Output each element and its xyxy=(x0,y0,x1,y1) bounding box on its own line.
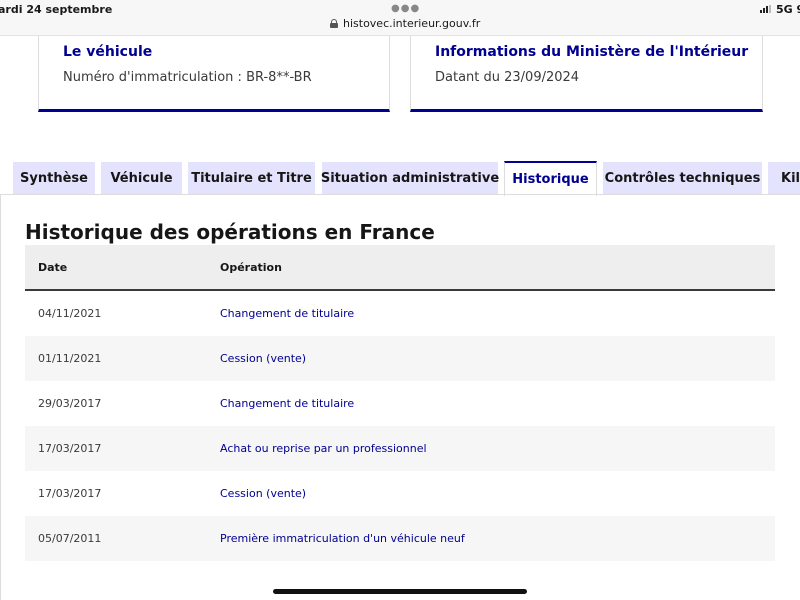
row-operation: Cession (vente) xyxy=(220,487,307,500)
registration-number: Numéro d'immatriculation : BR-8**-BR xyxy=(63,70,312,85)
table-header: Date Opération xyxy=(25,245,775,291)
table-row: 01/11/2021 Cession (vente) xyxy=(25,336,775,381)
vehicle-card-title: Le véhicule xyxy=(63,44,153,60)
row-date: 01/11/2021 xyxy=(38,352,102,365)
row-operation: Cession (vente) xyxy=(220,352,307,365)
history-title: Historique des opérations en France xyxy=(25,220,435,244)
column-header-operation: Opération xyxy=(220,261,282,274)
row-date: 04/11/2021 xyxy=(38,307,102,320)
tab-vehicule[interactable]: Véhicule xyxy=(101,162,182,195)
tab-synthese[interactable]: Synthèse xyxy=(13,162,95,195)
network-label: 5G 9 xyxy=(776,3,800,16)
tab-list: Synthèse Véhicule Titulaire et Titre Sit… xyxy=(0,161,800,196)
tab-titulaire[interactable]: Titulaire et Titre xyxy=(188,162,315,195)
url-text: histovec.interieur.gouv.fr xyxy=(343,17,481,30)
home-indicator[interactable] xyxy=(273,589,527,594)
row-operation: Première immatriculation d'un véhicule n… xyxy=(220,532,465,545)
column-header-date: Date xyxy=(38,261,68,274)
status-date: ardi 24 septembre xyxy=(0,3,113,16)
row-date: 17/03/2017 xyxy=(38,442,102,455)
table-row: 05/07/2011 Première immatriculation d'un… xyxy=(25,516,775,561)
table-body: 04/11/2021 Changement de titulaire 01/11… xyxy=(25,291,775,561)
tab-situation-administrative[interactable]: Situation administrative xyxy=(321,162,499,195)
ministry-card: Informations du Ministère de l'Intérieur… xyxy=(410,36,763,112)
row-operation: Achat ou reprise par un professionnel xyxy=(220,442,427,455)
browser-status-bar: ardi 24 septembre ●●● histovec.interieur… xyxy=(0,0,800,36)
lock-icon xyxy=(330,19,338,28)
ministry-date: Datant du 23/09/2024 xyxy=(435,70,580,85)
ministry-card-title: Informations du Ministère de l'Intérieur xyxy=(435,44,749,60)
table-row: 29/03/2017 Changement de titulaire xyxy=(25,381,775,426)
tab-historique[interactable]: Historique xyxy=(504,161,597,196)
table-row: 04/11/2021 Changement de titulaire xyxy=(25,291,775,336)
row-operation: Changement de titulaire xyxy=(220,397,355,410)
signal-icon xyxy=(760,5,771,13)
table-row: 17/03/2017 Achat ou reprise par un profe… xyxy=(25,426,775,471)
history-table: Date Opération 04/11/2021 Changement de … xyxy=(25,245,775,561)
vehicle-card: Le véhicule Numéro d'immatriculation : B… xyxy=(38,36,390,112)
tab-kilometrage[interactable]: Kil xyxy=(768,162,800,195)
row-date: 05/07/2011 xyxy=(38,532,102,545)
table-row: 17/03/2017 Cession (vente) xyxy=(25,471,775,516)
address-bar[interactable]: histovec.interieur.gouv.fr xyxy=(330,17,480,30)
row-date: 17/03/2017 xyxy=(38,487,102,500)
row-date: 29/03/2017 xyxy=(38,397,102,410)
row-operation: Changement de titulaire xyxy=(220,307,355,320)
tab-controles-techniques[interactable]: Contrôles techniques xyxy=(603,162,762,195)
more-dots-icon[interactable]: ●●● xyxy=(391,3,420,14)
